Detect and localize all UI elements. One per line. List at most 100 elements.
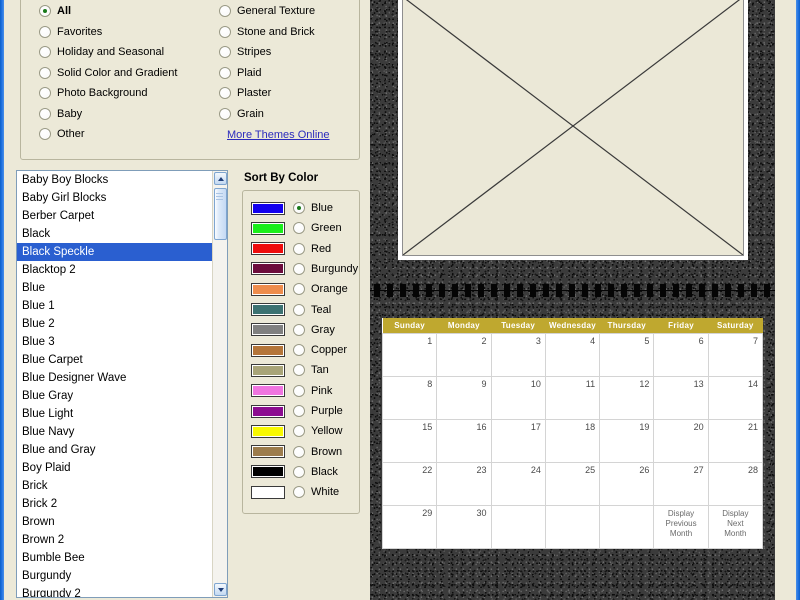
theme-list-box[interactable]: Baby Boy Blocks Baby Girl Blocks Berber Ca… — [16, 170, 228, 598]
list-item[interactable]: Blue and Gray — [17, 441, 214, 459]
list-item[interactable]: Brick — [17, 477, 214, 495]
color-option-yellow[interactable]: Yellow — [251, 422, 342, 440]
calendar-nav-cell[interactable]: Display Previous Month — [653, 504, 709, 549]
radio-button-icon[interactable] — [39, 107, 51, 120]
list-item[interactable]: Berber Carpet — [17, 207, 214, 225]
theme-list-items[interactable]: Baby Boy Blocks Baby Girl Blocks Berber Ca… — [17, 171, 214, 597]
list-item[interactable]: Blue Gray — [17, 387, 214, 405]
category-radio-baby[interactable]: Baby — [39, 106, 82, 122]
color-swatch[interactable] — [251, 323, 285, 337]
category-radio-solid-color-and-gradient[interactable]: Solid Color and Gradient — [39, 65, 177, 81]
list-item[interactable]: Blacktop 2 — [17, 261, 214, 279]
color-swatch[interactable] — [251, 221, 285, 235]
radio-button-icon[interactable] — [39, 66, 51, 79]
list-item[interactable]: Brick 2 — [17, 495, 214, 513]
color-option-brown[interactable]: Brown — [251, 443, 342, 461]
color-option-purple[interactable]: Purple — [251, 402, 343, 420]
list-item[interactable]: Blue Designer Wave — [17, 369, 214, 387]
list-item[interactable]: Baby Girl Blocks — [17, 189, 214, 207]
radio-button-icon[interactable] — [39, 46, 51, 58]
list-item[interactable]: Boy Plaid — [17, 459, 214, 477]
color-option-tan[interactable]: Tan — [251, 361, 329, 379]
list-item[interactable]: Blue Carpet — [17, 351, 214, 369]
category-radio-photo-background[interactable]: Photo Background — [39, 85, 148, 101]
scroll-down-arrow-icon[interactable] — [214, 583, 227, 596]
color-swatch[interactable] — [251, 242, 285, 256]
list-item[interactable]: Blue — [17, 279, 214, 297]
category-radio-all[interactable]: All — [39, 3, 71, 19]
color-option-black[interactable]: Black — [251, 463, 338, 481]
color-swatch[interactable] — [251, 343, 285, 357]
list-item[interactable]: Black Speckle — [17, 243, 214, 261]
category-radio-plaster[interactable]: Plaster — [219, 85, 271, 101]
color-option-green[interactable]: Green — [251, 219, 342, 237]
list-item[interactable]: Brown 2 — [17, 531, 214, 549]
color-option-gray[interactable]: Gray — [251, 321, 335, 339]
category-radio-stone-and-brick[interactable]: Stone and Brick — [219, 24, 315, 40]
calendar-nav-cell[interactable]: Display Next Month — [707, 504, 764, 549]
color-option-blue[interactable]: Blue — [251, 199, 333, 217]
radio-button-icon[interactable] — [293, 303, 305, 316]
radio-button-icon[interactable] — [293, 384, 305, 397]
radio-button-icon[interactable] — [293, 344, 305, 357]
color-option-orange[interactable]: Orange — [251, 280, 348, 298]
list-item[interactable]: Blue Navy — [17, 423, 214, 441]
radio-button-icon[interactable] — [293, 283, 305, 296]
category-radio-general-texture[interactable]: General Texture — [219, 3, 315, 19]
color-swatch[interactable] — [251, 404, 285, 418]
category-radio-other[interactable]: Other — [39, 126, 85, 142]
radio-button-icon[interactable] — [219, 25, 231, 38]
radio-button-icon[interactable] — [293, 262, 305, 275]
radio-button-icon[interactable] — [293, 242, 305, 255]
color-option-red[interactable]: Red — [251, 240, 331, 258]
list-item[interactable]: Blue 3 — [17, 333, 214, 351]
radio-button-icon[interactable] — [293, 222, 305, 235]
color-swatch[interactable] — [251, 465, 285, 479]
list-item[interactable]: Black — [17, 225, 214, 243]
radio-button-icon[interactable] — [293, 445, 305, 458]
color-option-teal[interactable]: Teal — [251, 301, 331, 319]
color-option-white[interactable]: White — [251, 483, 339, 501]
radio-button-icon[interactable] — [293, 465, 305, 478]
category-radio-grain[interactable]: Grain — [219, 106, 264, 122]
list-item[interactable]: Baby Boy Blocks — [17, 171, 214, 189]
radio-button-icon[interactable] — [219, 46, 231, 58]
radio-button-icon[interactable] — [219, 5, 231, 17]
radio-button-icon[interactable] — [39, 128, 51, 140]
category-radio-favorites[interactable]: Favorites — [39, 24, 102, 40]
radio-button-icon[interactable] — [293, 425, 305, 438]
list-item[interactable]: Blue 2 — [17, 315, 214, 333]
radio-button-icon[interactable] — [219, 66, 231, 79]
color-option-pink[interactable]: Pink — [251, 382, 332, 400]
theme-list-scrollbar[interactable] — [212, 171, 227, 597]
color-swatch[interactable] — [251, 303, 285, 316]
color-option-copper[interactable]: Copper — [251, 341, 347, 359]
category-radio-plaid[interactable]: Plaid — [219, 65, 261, 81]
color-swatch[interactable] — [251, 282, 285, 296]
color-swatch[interactable] — [251, 262, 285, 276]
radio-button-icon[interactable] — [293, 202, 305, 214]
color-swatch[interactable] — [251, 445, 285, 459]
radio-button-icon[interactable] — [39, 87, 51, 99]
category-radio-holiday-and-seasonal[interactable]: Holiday and Seasonal — [39, 44, 164, 60]
radio-button-icon[interactable] — [293, 486, 305, 499]
color-swatch[interactable] — [251, 424, 285, 438]
list-item[interactable]: Blue 1 — [17, 297, 214, 315]
category-radio-stripes[interactable]: Stripes — [219, 44, 271, 60]
radio-button-icon[interactable] — [293, 405, 305, 417]
list-item[interactable]: Burgundy — [17, 567, 214, 585]
color-swatch[interactable] — [251, 363, 285, 377]
list-item[interactable]: Blue Light — [17, 405, 214, 423]
color-swatch[interactable] — [251, 485, 285, 499]
more-themes-online-link[interactable]: More Themes Online — [227, 129, 330, 141]
color-option-burgundy[interactable]: Burgundy — [251, 260, 358, 278]
list-item[interactable]: Burgundy 2 — [17, 585, 214, 597]
scroll-up-arrow-icon[interactable] — [214, 172, 227, 185]
radio-button-icon[interactable] — [39, 5, 51, 17]
radio-button-icon[interactable] — [39, 25, 51, 38]
radio-button-icon[interactable] — [293, 364, 305, 377]
radio-button-icon[interactable] — [219, 87, 231, 99]
radio-button-icon[interactable] — [293, 323, 305, 336]
list-item[interactable]: Bumble Bee — [17, 549, 214, 567]
list-item[interactable]: Brown — [17, 513, 214, 531]
